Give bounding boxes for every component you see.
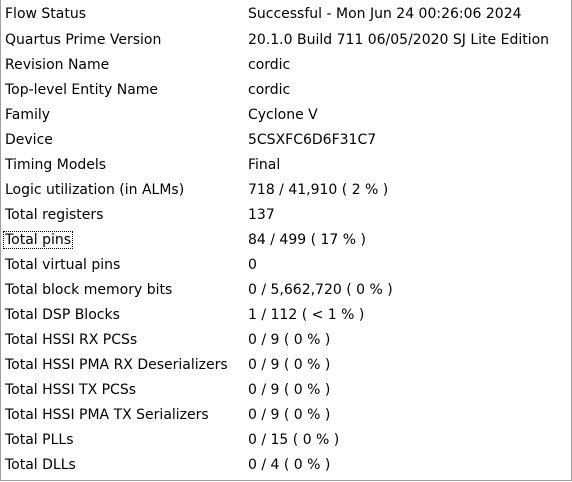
- table-row[interactable]: Total registers 137: [1, 202, 571, 227]
- row-value-text: Final: [248, 156, 281, 173]
- table-row[interactable]: Timing Models Final: [1, 152, 571, 177]
- row-label: Family: [5, 102, 50, 127]
- row-label-text: Total DSP Blocks: [5, 306, 120, 323]
- row-label: Total pins: [2, 227, 74, 252]
- table-row[interactable]: Total DSP Blocks 1 / 112 ( < 1 % ): [1, 302, 571, 327]
- row-label-text: Flow Status: [5, 5, 87, 22]
- table-row[interactable]: Total DLLs 0 / 4 ( 0 % ): [1, 452, 571, 477]
- row-label-text: Total block memory bits: [5, 281, 173, 298]
- row-label: Total DLLs: [5, 452, 76, 477]
- row-value: Cyclone V: [248, 102, 318, 127]
- row-label: Total PLLs: [5, 427, 73, 452]
- row-label-text: Total virtual pins: [5, 256, 121, 273]
- row-value-text: 718 / 41,910 ( 2 % ): [248, 181, 389, 198]
- row-value-text: 5CSXFC6D6F31C7: [248, 131, 377, 148]
- row-value: 718 / 41,910 ( 2 % ): [248, 177, 388, 202]
- row-value: 5CSXFC6D6F31C7: [248, 127, 376, 152]
- row-value-text: 0 / 9 ( 0 % ): [248, 406, 331, 423]
- row-value: Successful - Mon Jun 24 00:26:06 2024: [248, 0, 522, 27]
- row-label: Top-level Entity Name: [5, 77, 158, 102]
- row-label: Total virtual pins: [5, 252, 120, 277]
- row-value-text: 84 / 499 ( 17 % ): [248, 231, 366, 248]
- row-label-text: Quartus Prime Version: [5, 31, 162, 48]
- row-label-text: Total HSSI PMA TX Serializers: [5, 406, 209, 423]
- row-value-text: 0 / 15 ( 0 % ): [248, 431, 340, 448]
- table-row[interactable]: Family Cyclone V: [1, 102, 571, 127]
- table-row[interactable]: Total HSSI PMA TX Serializers 0 / 9 ( 0 …: [1, 402, 571, 427]
- row-value: 137: [248, 202, 275, 227]
- row-value: 84 / 499 ( 17 % ): [248, 227, 366, 252]
- row-value-text: Cyclone V: [248, 106, 318, 123]
- row-value: cordic: [248, 52, 290, 77]
- table-row-focused[interactable]: Total pins 84 / 499 ( 17 % ): [1, 227, 571, 252]
- row-value-text: 20.1.0 Build 711 06/05/2020 SJ Lite Edit…: [248, 31, 550, 48]
- row-label-text: Total pins: [2, 230, 74, 249]
- row-label-text: Total DLLs: [5, 456, 76, 473]
- row-value-text: 0 / 9 ( 0 % ): [248, 381, 331, 398]
- row-label: Flow Status: [5, 0, 86, 27]
- row-value: 0: [248, 252, 257, 277]
- row-label-text: Logic utilization (in ALMs): [5, 181, 185, 198]
- row-label: Revision Name: [5, 52, 109, 77]
- row-value-text: 0 / 4 ( 0 % ): [248, 456, 331, 473]
- row-label: Quartus Prime Version: [5, 27, 161, 52]
- row-label: Total registers: [5, 202, 103, 227]
- row-value: Final: [248, 152, 280, 177]
- row-label: Total DSP Blocks: [5, 302, 120, 327]
- table-row[interactable]: Quartus Prime Version 20.1.0 Build 711 0…: [1, 27, 571, 52]
- row-label-text: Device: [5, 131, 53, 148]
- table-row[interactable]: Flow Status Successful - Mon Jun 24 00:2…: [1, 0, 571, 27]
- row-value: 0 / 15 ( 0 % ): [248, 427, 339, 452]
- row-label: Total block memory bits: [5, 277, 172, 302]
- table-row[interactable]: Total block memory bits 0 / 5,662,720 ( …: [1, 277, 571, 302]
- row-value-text: 0: [248, 256, 257, 273]
- row-value-text: 0 / 9 ( 0 % ): [248, 331, 331, 348]
- table-row[interactable]: Total HSSI RX PCSs 0 / 9 ( 0 % ): [1, 327, 571, 352]
- row-value: 1 / 112 ( < 1 % ): [248, 302, 364, 327]
- table-row[interactable]: Total virtual pins 0: [1, 252, 571, 277]
- table-row[interactable]: Total HSSI TX PCSs 0 / 9 ( 0 % ): [1, 377, 571, 402]
- row-label-text: Total HSSI PMA RX Deserializers: [5, 356, 228, 373]
- row-value: cordic: [248, 77, 290, 102]
- row-value: 0 / 9 ( 0 % ): [248, 377, 330, 402]
- row-label: Total HSSI RX PCSs: [5, 327, 137, 352]
- row-label-text: Total registers: [5, 206, 104, 223]
- row-value: 0 / 5,662,720 ( 0 % ): [248, 277, 393, 302]
- row-label: Total HSSI TX PCSs: [5, 377, 136, 402]
- flow-summary-table: Flow Status Successful - Mon Jun 24 00:2…: [0, 0, 572, 481]
- table-row[interactable]: Device 5CSXFC6D6F31C7: [1, 127, 571, 152]
- row-label: Total HSSI PMA TX Serializers: [5, 402, 209, 427]
- row-value-text: cordic: [248, 81, 291, 98]
- row-label: Timing Models: [5, 152, 106, 177]
- row-label-text: Total HSSI TX PCSs: [5, 381, 137, 398]
- table-row[interactable]: Total HSSI PMA RX Deserializers 0 / 9 ( …: [1, 352, 571, 377]
- row-label-text: Total PLLs: [5, 431, 74, 448]
- row-value: 0 / 4 ( 0 % ): [248, 452, 330, 477]
- row-label: Total HSSI PMA RX Deserializers: [5, 352, 228, 377]
- row-value-text: 137: [248, 206, 275, 223]
- row-value-text: Successful - Mon Jun 24 00:26:06 2024: [248, 5, 522, 22]
- row-value: 0 / 9 ( 0 % ): [248, 327, 330, 352]
- table-row[interactable]: Revision Name cordic: [1, 52, 571, 77]
- row-label: Device: [5, 127, 53, 152]
- row-value-text: 1 / 112 ( < 1 % ): [248, 306, 365, 323]
- row-value: 0 / 9 ( 0 % ): [248, 402, 330, 427]
- row-value-text: 0 / 9 ( 0 % ): [248, 356, 331, 373]
- table-row[interactable]: Logic utilization (in ALMs) 718 / 41,910…: [1, 177, 571, 202]
- row-label-text: Total HSSI RX PCSs: [5, 331, 138, 348]
- row-label-text: Top-level Entity Name: [5, 81, 159, 98]
- row-value-text: 0 / 5,662,720 ( 0 % ): [248, 281, 393, 298]
- row-value: 0 / 9 ( 0 % ): [248, 352, 330, 377]
- row-value-text: cordic: [248, 56, 291, 73]
- table-row[interactable]: Top-level Entity Name cordic: [1, 77, 571, 102]
- row-label: Logic utilization (in ALMs): [5, 177, 184, 202]
- row-label-text: Revision Name: [5, 56, 110, 73]
- row-value: 20.1.0 Build 711 06/05/2020 SJ Lite Edit…: [248, 27, 549, 52]
- row-label-text: Family: [5, 106, 51, 123]
- row-label-text: Timing Models: [5, 156, 107, 173]
- table-row[interactable]: Total PLLs 0 / 15 ( 0 % ): [1, 427, 571, 452]
